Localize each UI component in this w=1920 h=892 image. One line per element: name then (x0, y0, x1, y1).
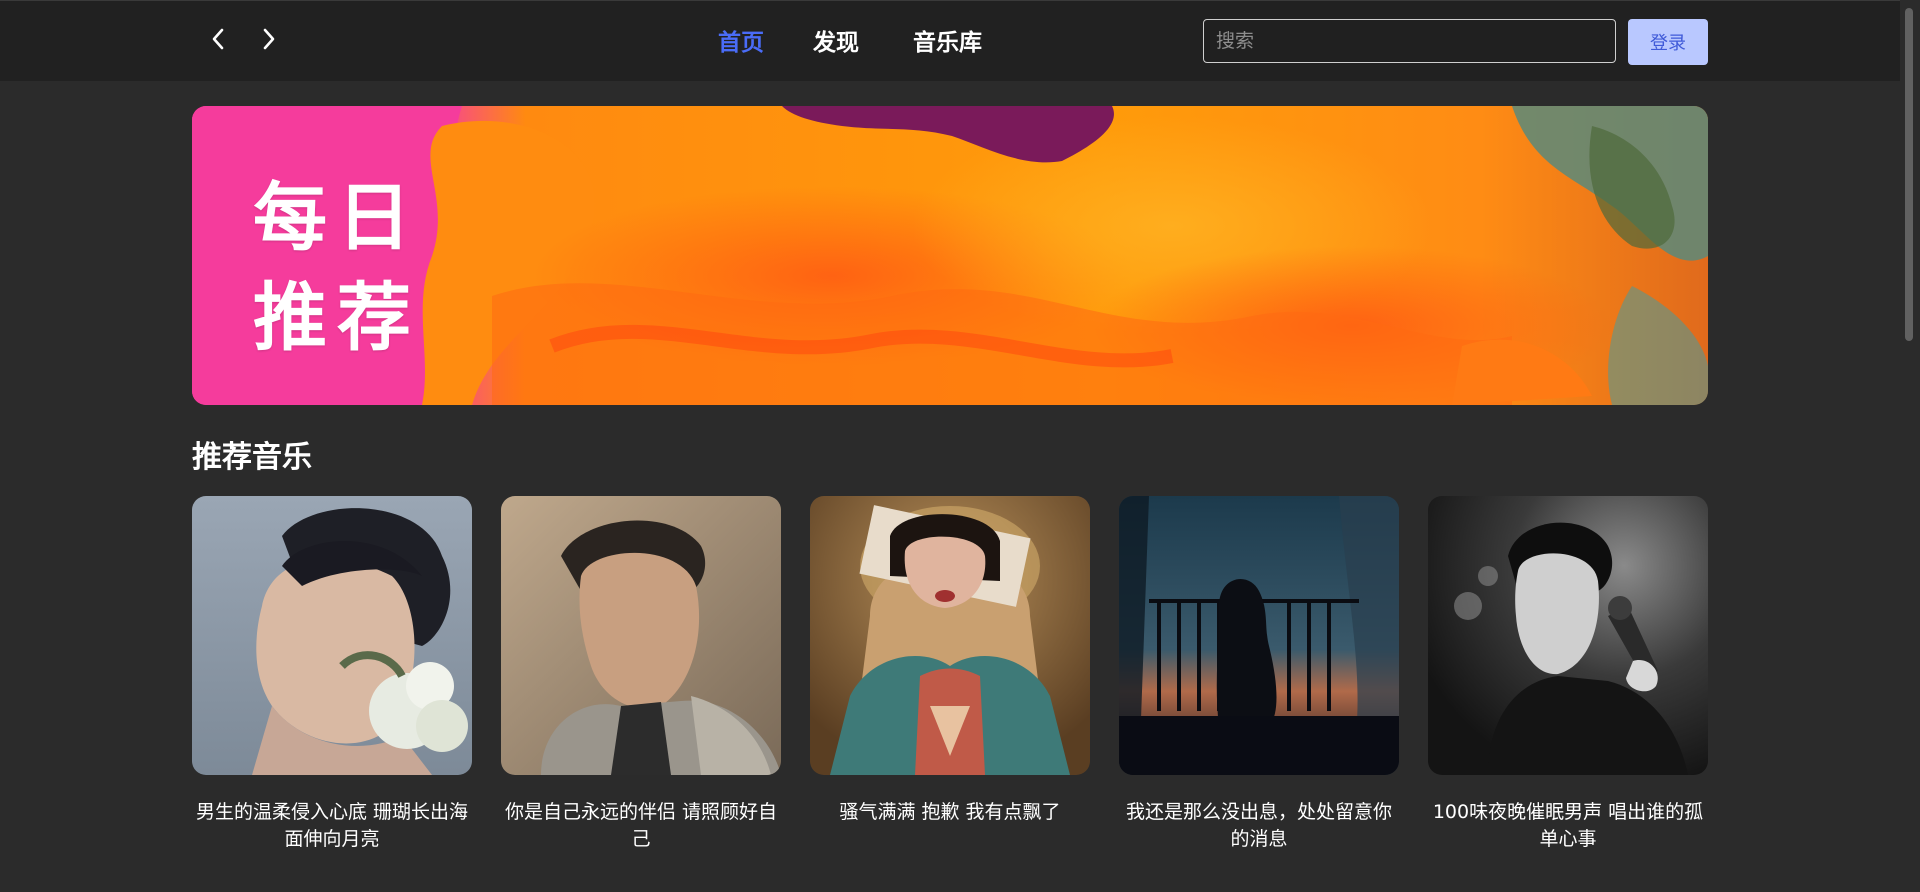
tab-discover[interactable]: 发现 (813, 23, 913, 63)
playlist-title[interactable]: 男生的温柔侵入心底 珊瑚长出海面伸向月亮 (192, 799, 472, 853)
playlist-title[interactable]: 我还是那么没出息，处处留意你的消息 (1119, 799, 1399, 853)
playlist-cover[interactable] (501, 496, 781, 775)
section-title: 推荐音乐 (192, 440, 312, 475)
banner-title-line2: 推荐 (253, 275, 421, 361)
playlist-title[interactable]: 骚气满满 抱歉 我有点飘了 (810, 799, 1090, 826)
playlist-card[interactable]: 你是自己永远的伴侣 请照顾好自己 (501, 496, 781, 853)
playlist-card[interactable]: 我还是那么没出息，处处留意你的消息 (1119, 496, 1399, 853)
top-navigation-bar: 首页 发现 音乐库 登录 (0, 0, 1900, 81)
login-button[interactable]: 登录 (1628, 19, 1708, 65)
banner-title: 每日 推荐 (253, 168, 421, 368)
playlist-cover[interactable] (192, 496, 472, 775)
main-tabs: 首页 发现 音乐库 (718, 23, 993, 63)
scrollbar-thumb[interactable] (1905, 8, 1913, 341)
playlist-title[interactable]: 你是自己永远的伴侣 请照顾好自己 (501, 799, 781, 853)
banner-title-line1: 每日 (253, 175, 421, 261)
playlist-card[interactable]: 100味夜晚催眠男声 唱出谁的孤单心事 (1428, 496, 1708, 853)
chevron-left-icon[interactable] (198, 19, 238, 59)
playlist-grid: 男生的温柔侵入心底 珊瑚长出海面伸向月亮 你是自己永远的伴侣 请照顾好自己 骚气… (192, 496, 1708, 853)
daily-recommend-banner[interactable]: 每日 推荐 (192, 106, 1708, 405)
tab-home[interactable]: 首页 (718, 23, 813, 63)
playlist-cover[interactable] (1428, 496, 1708, 775)
playlist-card[interactable]: 男生的温柔侵入心底 珊瑚长出海面伸向月亮 (192, 496, 472, 853)
playlist-card[interactable]: 骚气满满 抱歉 我有点飘了 (810, 496, 1090, 853)
search-input[interactable] (1203, 19, 1616, 63)
playlist-cover[interactable] (810, 496, 1090, 775)
playlist-cover[interactable] (1119, 496, 1399, 775)
playlist-title[interactable]: 100味夜晚催眠男声 唱出谁的孤单心事 (1428, 799, 1708, 853)
chevron-right-icon[interactable] (249, 19, 289, 59)
tab-music-library[interactable]: 音乐库 (913, 23, 993, 63)
